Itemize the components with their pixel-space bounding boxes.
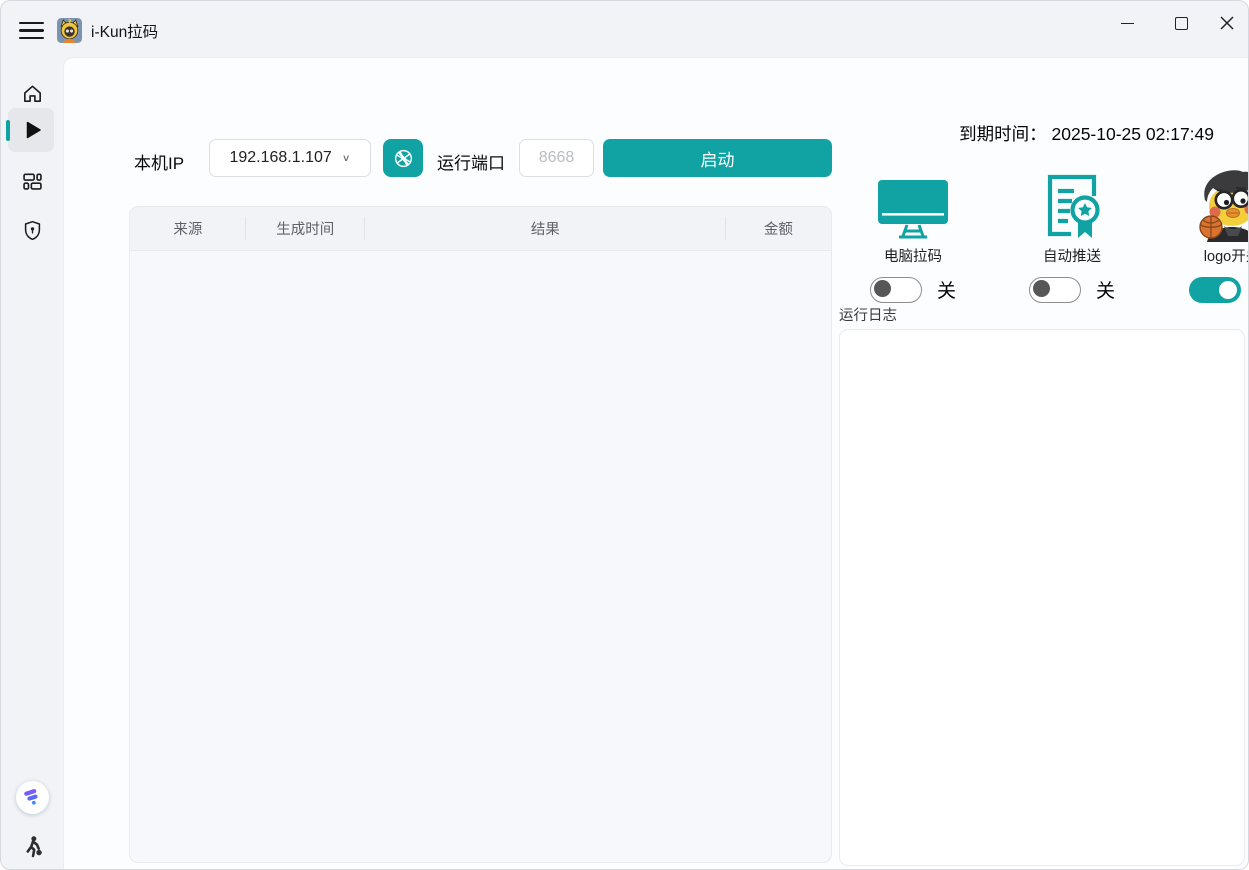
app-title: i-Kun拉码 (91, 20, 158, 42)
sidebar-active-indicator (6, 120, 10, 141)
app-window: i-Kun拉码 (0, 0, 1249, 870)
feature-auto-push: 自动推送 关 (996, 154, 1148, 303)
shield-icon (21, 219, 44, 242)
basketball-icon (392, 147, 415, 170)
run-log-label: 运行日志 (839, 304, 897, 325)
sidebar-item-apps[interactable] (1, 159, 63, 203)
run-log-area[interactable] (839, 329, 1245, 866)
column-header-source[interactable]: 来源 (130, 207, 246, 250)
play-icon (20, 118, 44, 142)
feature-label: 自动推送 (1043, 245, 1101, 266)
expiry-time: 到期时间： 2025-10-25 02:17:49 (959, 121, 1214, 146)
ip-select[interactable]: 192.168.1.107 ∨ (209, 139, 371, 177)
toggle-state-label: 关 (937, 276, 956, 303)
column-header-result[interactable]: 结果 (365, 207, 726, 250)
local-ip-label: 本机IP (134, 149, 184, 174)
column-header-time[interactable]: 生成时间 (246, 207, 365, 250)
logo-switch-toggle[interactable] (1189, 277, 1241, 303)
feature-label: logo开关 (1204, 245, 1249, 266)
titlebar: i-Kun拉码 (1, 1, 1248, 57)
sidebar-item-run[interactable] (1, 108, 63, 152)
app-logo-icon (57, 18, 82, 43)
brand-logo-icon (16, 781, 49, 814)
expiry-value: 2025-10-25 02:17:49 (1052, 124, 1215, 144)
toggle-knob (874, 280, 891, 297)
start-button[interactable]: 启动 (603, 139, 832, 177)
chevron-down-icon: ∨ (342, 152, 351, 163)
expiry-label: 到期时间： (959, 124, 1047, 144)
sidebar-item-basketball-player[interactable] (1, 825, 63, 869)
monitor-icon (876, 154, 950, 242)
sidebar-item-brand[interactable] (1, 775, 63, 819)
ip-select-value: 192.168.1.107 (229, 149, 331, 167)
toggle-knob (1033, 280, 1050, 297)
sidebar (1, 57, 63, 869)
minimize-button[interactable] (1104, 1, 1150, 45)
basketball-button[interactable] (383, 139, 423, 177)
feature-label: 电脑拉码 (884, 245, 942, 266)
toggle-knob (1219, 281, 1237, 299)
sidebar-item-security[interactable] (1, 208, 63, 252)
feature-logo-switch: logo开关 开 (1156, 154, 1249, 303)
pc-qrcode-toggle[interactable] (870, 277, 922, 303)
basketball-player-icon (19, 834, 46, 861)
hamburger-menu-icon[interactable] (19, 22, 44, 39)
home-icon (21, 82, 44, 105)
close-button[interactable] (1204, 1, 1249, 45)
results-table: 来源 生成时间 结果 金额 (129, 206, 832, 863)
auto-push-toggle[interactable] (1029, 277, 1081, 303)
maximize-button[interactable] (1158, 1, 1204, 45)
certificate-icon (1041, 154, 1103, 242)
column-header-amount[interactable]: 金额 (726, 207, 831, 250)
main-content: 本机IP 192.168.1.107 ∨ 运行端口 启动 来源 生成时间 结果 (63, 57, 1248, 869)
avatar-image (1191, 154, 1249, 242)
grid-icon (21, 170, 44, 193)
feature-pc-qrcode: 电脑拉码 关 (837, 154, 989, 303)
table-header-row: 来源 生成时间 结果 金额 (130, 207, 831, 251)
run-port-label: 运行端口 (437, 149, 505, 174)
port-input[interactable] (519, 139, 594, 177)
toggle-state-label: 关 (1096, 276, 1115, 303)
